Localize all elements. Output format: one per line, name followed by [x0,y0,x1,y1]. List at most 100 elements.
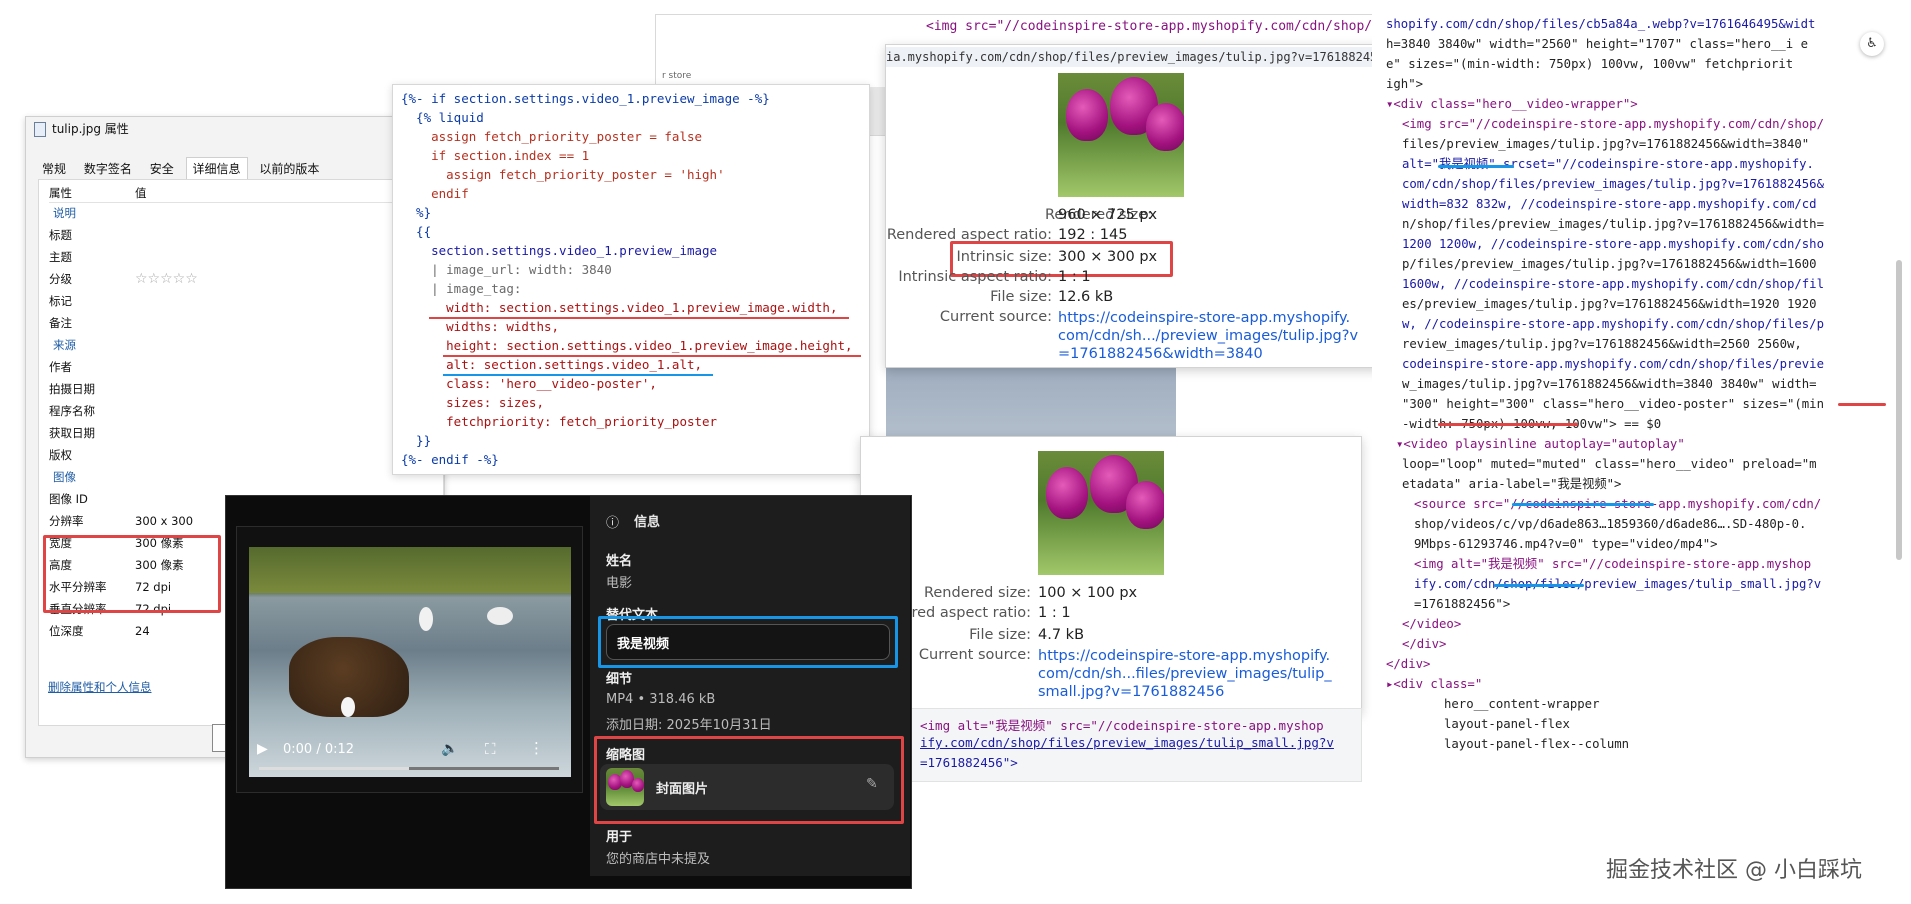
code-line: class: 'hero__video-poster', [401,376,657,391]
rating-stars[interactable]: ☆☆☆☆☆ [135,270,198,288]
remove-properties-link[interactable]: 删除属性和个人信息 [48,679,152,695]
prop-comments: 备注 [49,316,72,330]
dom-line[interactable]: p/files/preview_images/tulip.jpg?v=17618… [1402,254,1817,274]
dom-line[interactable]: n/shop/files/preview_images/tulip.jpg?v=… [1402,214,1824,234]
code-line: | image_tag: [401,281,522,296]
dom-line[interactable]: "300" height="300" class="hero__video-po… [1402,394,1824,414]
dom-line[interactable]: shop/videos/c/vp/d6ade863…1859360/d6ade8… [1414,514,1806,534]
dom-line[interactable]: </div> [1386,654,1430,674]
dom-line[interactable]: 9Mbps-61293746.mp4?v=0" type="video/mp4"… [1414,534,1718,554]
current-source-line-2[interactable]: com/cdn/sh.../preview_images/tulip.jpg?v [1058,327,1358,345]
code-line: fetchpriority: fetch_priority_poster [401,414,718,429]
media-info-panel: ⓘ 信息 姓名 电影 替代文本 我是视频 细节 MP4 • 318.46 kB … [590,496,910,876]
dom-line[interactable]: igh"> [1386,74,1423,94]
small-file-size-value: 4.7 kB [1038,627,1085,643]
dom-line[interactable]: width=832 832w, //codeinspire-store-app.… [1402,194,1817,214]
dom-line[interactable]: 1200 1200w, //codeinspire-store-app.mysh… [1402,234,1824,254]
dialog-tabs: 常规 数字签名 安全 详细信息 以前的版本 [36,157,327,179]
dom-line[interactable]: w_images/tulip.jpg?v=1761882456&width=38… [1402,374,1817,394]
small-source-line-3[interactable]: small.jpg?v=1761882456 [1038,683,1224,701]
current-source-line-3[interactable]: =1761882456&width=3840 [1058,345,1263,363]
details-meta: MP4 • 318.46 kB [606,692,716,707]
height-underline-dom [1438,423,1578,426]
dom-scrollbar[interactable] [1896,260,1902,560]
intrinsic-aspect-label: Intrinsic aspect ratio: [898,269,1052,285]
accessibility-icon[interactable]: ♿ [1860,32,1884,56]
fullscreen-icon[interactable]: ⛶ [485,740,496,758]
tab-security[interactable]: 安全 [144,158,180,179]
dom-line[interactable]: <img src="//codeinspire-store-app.myshop… [1402,114,1824,134]
column-header-property[interactable]: 属性 [49,184,429,203]
prop-program-name: 程序名称 [49,404,95,418]
image-url-bar: ia.myshopify.com/cdn/shop/files/preview_… [886,47,1382,67]
usage-label: 用于 [606,830,633,845]
dom-line[interactable]: review_images/tulip.jpg?v=1761882456&wid… [1402,334,1802,354]
small-source-line-2[interactable]: com/cdn/sh...files/preview_images/tulip_ [1038,665,1332,683]
height-underline [443,355,861,357]
dom-line[interactable]: layout-panel-flex [1444,714,1570,734]
dom-line[interactable]: codeinspire-store-app.myshopify.com/cdn/… [1402,354,1824,374]
code-line: }} [401,433,432,448]
dom-line[interactable]: files/preview_images/tulip.jpg?v=1761882… [1402,134,1809,154]
small-source-line-1[interactable]: https://codeinspire-store-app.myshopify. [1038,647,1330,665]
more-options-icon[interactable]: ⋮ [529,739,544,757]
details-label: 细节 [606,672,633,687]
small-aspect-value: 1 : 1 [1038,605,1071,621]
dom-line[interactable]: shopify.com/cdn/shop/files/cb5a84a_.webp… [1386,14,1815,34]
prop-date-taken: 拍摄日期 [49,382,95,396]
details-added-date: 添加日期: 2025年10月31日 [606,718,772,733]
small-img-code-line-1: <img alt="我是视频" src="//codeinspire-store… [920,718,1324,733]
column-header-value[interactable]: 值 [135,184,147,202]
prop-rating: 分级 [49,272,72,286]
dom-line[interactable]: ▾<video playsinline autoplay="autoplay" [1396,434,1685,454]
video-controls: ▶ 0:00 / 0:12 🔈 ⛶ ⋮ [249,737,571,777]
small-img-code-line-3: =1761882456"> [920,755,1018,770]
code-line: {%- if section.settings.video_1.preview_… [401,91,770,106]
small-img-code-block: <img alt="我是视频" src="//codeinspire-store… [905,708,1362,782]
code-line-alt: alt: section.settings.video_1.alt, [401,357,703,372]
dom-line[interactable]: hero__content-wrapper [1444,694,1599,714]
rendered-size-value: 960 × 725 px [1058,207,1158,223]
prop-subject: 主题 [49,250,72,264]
dom-line[interactable]: h=3840 3840w" width="2560" height="1707"… [1386,34,1808,54]
dom-line[interactable]: 1600w, //codeinspire-store-app.myshopify… [1402,274,1824,294]
dom-line[interactable]: </video> [1402,614,1461,634]
video-progress-track[interactable] [259,767,559,770]
dom-line[interactable]: =1761882456"> [1414,594,1510,614]
dom-line[interactable]: etadata" aria-label="我是视频"> [1402,474,1621,494]
dom-line[interactable]: </div> [1402,634,1446,654]
small-img-code-line-2: ify.com/cdn/shop/files/preview_images/tu… [920,735,1334,750]
store-label: r store [662,71,692,81]
top-img-code-line: <img src="//codeinspire-store-app.myshop… [926,19,1373,34]
code-line: sizes: sizes, [401,395,544,410]
current-source-label: Current source: [939,309,1052,325]
current-source-line-1[interactable]: https://codeinspire-store-app.myshopify. [1058,309,1350,327]
file-size-label: File size: [990,289,1052,305]
aria-label-underline [1512,503,1654,506]
dom-line[interactable]: alt="我是视频" srcset="//codeinspire-store-a… [1402,154,1814,174]
tab-general[interactable]: 常规 [36,158,72,179]
dom-line[interactable]: loop="loop" muted="muted" class="hero__v… [1402,454,1817,474]
dom-line[interactable]: ify.com/cdn/shop/files/preview_images/tu… [1414,574,1821,594]
dom-line[interactable]: com/cdn/shop/files/preview_images/tulip.… [1402,174,1824,194]
video-time: 0:00 / 0:12 [283,742,355,757]
prop-resolution-value: 300 x 300 [135,514,194,528]
tab-digital-signatures[interactable]: 数字签名 [78,158,138,179]
volume-icon[interactable]: 🔈 [441,741,458,757]
alt-underline-dom [1438,165,1514,168]
dom-line[interactable]: ▾<div class="hero__video-wrapper"> [1386,94,1638,114]
tab-previous-versions[interactable]: 以前的版本 [253,158,325,179]
dom-line[interactable]: e" sizes="(min-width: 750px) 100vw, 100v… [1386,54,1793,74]
code-line: {% liquid [401,110,484,125]
dom-line[interactable]: ▸<div class=" [1386,674,1482,694]
dom-line[interactable]: es/preview_images/tulip.jpg?v=1761882456… [1402,294,1817,314]
prop-author: 作者 [49,360,72,374]
video-player[interactable]: ▶ 0:00 / 0:12 🔈 ⛶ ⋮ [236,526,583,793]
play-icon[interactable]: ▶ [257,741,268,757]
dom-line[interactable]: w, //codeinspire-store-app.myshopify.com… [1402,314,1824,334]
tab-details[interactable]: 详细信息 [185,157,248,179]
prop-bit-depth-value: 24 [135,624,150,638]
dom-line[interactable]: <img alt="我是视频" src="//codeinspire-store… [1414,554,1811,574]
code-line-height: height: section.settings.video_1.preview… [401,338,853,353]
dom-line[interactable]: layout-panel-flex--column [1444,734,1629,754]
